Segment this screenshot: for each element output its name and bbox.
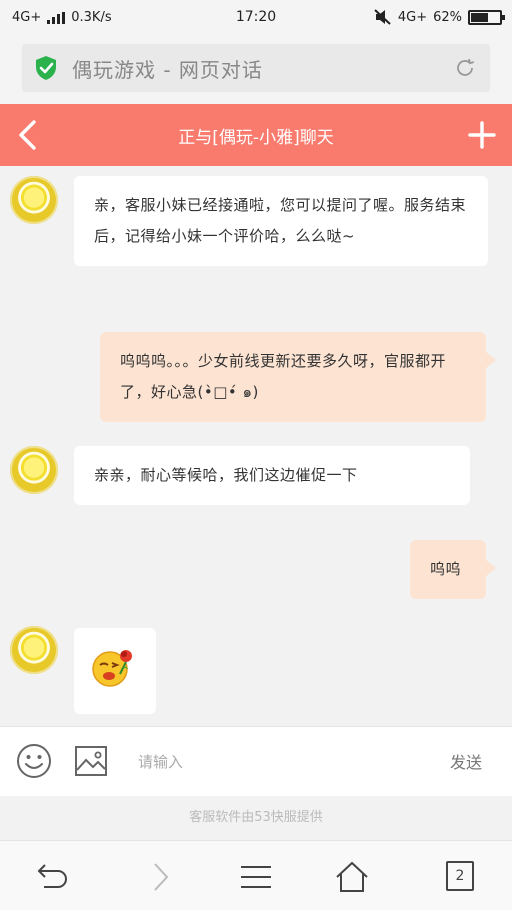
page-title: 偶玩游戏 - 网页对话 [72,57,263,82]
tab-count-button[interactable]: 2 [446,861,474,891]
chat-header: 正与[偶玩-小雅]聊天 [0,104,512,166]
browser-nav: 2 [0,840,512,910]
battery-percent: 62% [433,9,462,25]
message-bubble: 呜呜 [410,540,496,599]
message-bubble: 亲，客服小妹已经接通啦，您可以提问了喔。服务结束后，记得给小妹一个评价哈，么么哒… [74,176,488,266]
battery-icon [468,9,505,25]
provider-note: 客服软件由53快服提供 [0,796,512,840]
agent-avatar [10,176,58,224]
rose-kiss-emoji-icon [92,650,132,687]
send-button[interactable]: 发送 [450,749,482,773]
mute-icon [374,9,391,25]
agent-avatar [10,626,58,674]
emoji-picker-icon[interactable] [16,743,52,779]
agent-avatar [10,446,58,494]
message-bubble: 呜呜呜。。。少女前线更新还要多久呀，官服都开了，好心急(•̀□•́ ๑) [100,332,496,422]
emoji-bubble [74,628,156,714]
status-right: 4G+ 62% [374,9,505,25]
forward-icon[interactable] [142,859,178,895]
menu-icon[interactable] [238,859,274,895]
network-type-right: 4G+ [397,9,428,25]
message-bubble: 亲亲，耐心等候哈，我们这边催促一下 [74,446,470,505]
shield-icon [36,56,56,80]
status-bar: 4G+ 0.3K/s 17:20 4G+ 62% [0,0,512,36]
image-upload-icon[interactable] [74,744,108,778]
home-icon[interactable] [334,859,370,895]
address-bar-container: 偶玩游戏 - 网页对话 [0,36,512,104]
undo-icon[interactable] [34,859,70,895]
chat-title: 正与[偶玩-小雅]聊天 [178,128,334,148]
address-bar[interactable]: 偶玩游戏 - 网页对话 [22,44,490,92]
chat-area[interactable]: 亲，客服小妹已经接通啦，您可以提问了喔。服务结束后，记得给小妹一个评价哈，么么哒… [0,166,512,726]
plus-icon[interactable] [468,121,496,149]
battery-fill [471,12,489,22]
input-bar: 发送 [0,726,512,796]
message-input[interactable] [128,745,418,779]
refresh-icon[interactable] [454,57,476,79]
